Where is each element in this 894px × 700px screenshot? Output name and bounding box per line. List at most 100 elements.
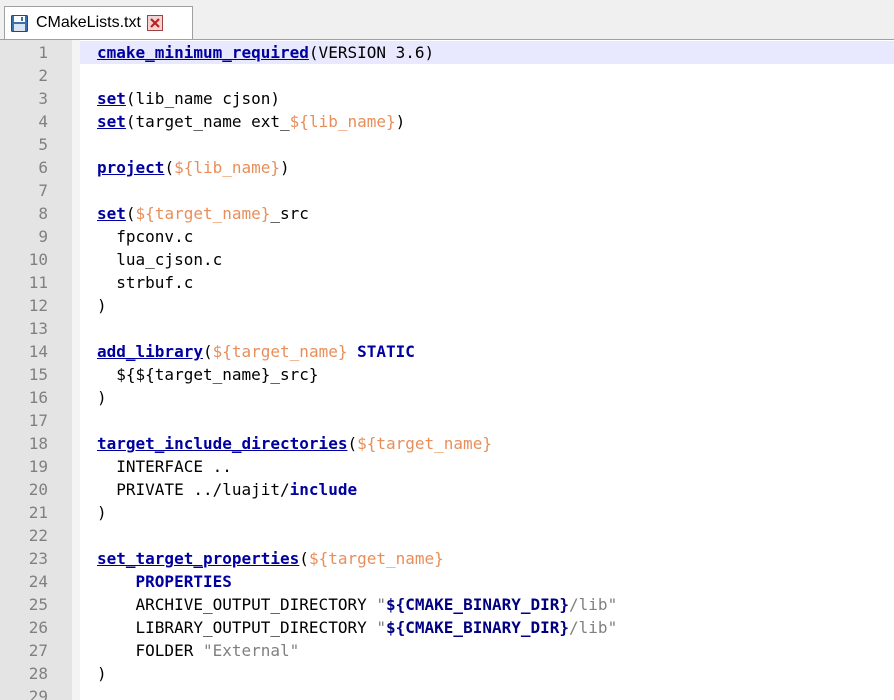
code-line[interactable]: 17 xyxy=(0,409,894,432)
code-line-area[interactable] xyxy=(80,133,894,156)
code-line-area[interactable]: FOLDER "External" xyxy=(80,639,894,662)
code-line-area[interactable] xyxy=(80,179,894,202)
line-number: 17 xyxy=(28,411,48,430)
code-text: ) xyxy=(97,501,107,524)
code-token: fpconv.c xyxy=(97,227,194,246)
code-line[interactable]: 11 strbuf.c xyxy=(0,271,894,294)
code-line-area[interactable]: set(lib_name cjson) xyxy=(80,87,894,110)
code-line-area[interactable]: ARCHIVE_OUTPUT_DIRECTORY "${CMAKE_BINARY… xyxy=(80,593,894,616)
code-line-area[interactable]: lua_cjson.c xyxy=(80,248,894,271)
code-text: fpconv.c xyxy=(97,225,193,248)
code-line[interactable]: 18 target_include_directories(${target_na… xyxy=(0,432,894,455)
line-number: 14 xyxy=(28,342,48,361)
code-text: set(target_name ext_${lib_name}) xyxy=(97,110,405,133)
code-line-area[interactable]: cmake_minimum_required(VERSION 3.6) xyxy=(80,41,894,64)
code-line[interactable]: 23 set_target_properties(${target_name} xyxy=(0,547,894,570)
code-line-area[interactable] xyxy=(80,64,894,87)
code-line-area[interactable]: PRIVATE ../luajit/include xyxy=(80,478,894,501)
code-line-area[interactable]: PROPERTIES xyxy=(80,570,894,593)
code-line[interactable]: 10 lua_cjson.c xyxy=(0,248,894,271)
code-token: include xyxy=(289,480,358,499)
code-token: ${target_name} xyxy=(308,549,444,568)
code-line[interactable]: 25 ARCHIVE_OUTPUT_DIRECTORY "${CMAKE_BIN… xyxy=(0,593,894,616)
code-text: lua_cjson.c xyxy=(97,248,222,271)
code-line-area[interactable]: INTERFACE .. xyxy=(80,455,894,478)
code-token: ${target_name} xyxy=(357,434,492,453)
code-line[interactable]: 27 FOLDER "External" xyxy=(0,639,894,662)
code-token: (target_name ext_ xyxy=(125,112,290,131)
code-token: ) xyxy=(97,296,107,315)
code-token: project xyxy=(97,158,165,177)
code-line[interactable]: 7 xyxy=(0,179,894,202)
close-icon[interactable] xyxy=(146,15,163,31)
line-number: 2 xyxy=(38,66,48,85)
code-line[interactable]: 22 xyxy=(0,524,894,547)
code-line-area[interactable]: strbuf.c xyxy=(80,271,894,294)
code-token: add_library xyxy=(97,342,203,361)
code-line-area[interactable]: ${${target_name}_src} xyxy=(80,363,894,386)
code-line[interactable]: 8 set(${target_name}_src xyxy=(0,202,894,225)
code-line[interactable]: 4 set(target_name ext_${lib_name}) xyxy=(0,110,894,133)
code-line[interactable]: 21) xyxy=(0,501,894,524)
code-line-area[interactable]: set(target_name ext_${lib_name}) xyxy=(80,110,894,133)
code-line[interactable]: 2 xyxy=(0,64,894,87)
code-line[interactable]: 14 add_library(${target_name} STATIC xyxy=(0,340,894,363)
code-line[interactable]: 19 INTERFACE .. xyxy=(0,455,894,478)
code-line-area[interactable]: ) xyxy=(80,294,894,317)
code-token: set xyxy=(97,89,126,108)
code-token: ( xyxy=(299,549,309,568)
code-line[interactable]: 5 xyxy=(0,133,894,156)
code-text: set_target_properties(${target_name} xyxy=(97,547,444,570)
code-line-area[interactable]: add_library(${target_name} STATIC xyxy=(80,340,894,363)
code-line-area[interactable]: target_include_directories(${target_name… xyxy=(80,432,894,455)
code-token: "External" xyxy=(202,641,300,660)
code-line[interactable]: 24 PROPERTIES xyxy=(0,570,894,593)
code-line[interactable]: 12) xyxy=(0,294,894,317)
code-token: ) xyxy=(97,664,107,683)
line-number: 21 xyxy=(28,503,48,522)
code-line-area[interactable]: LIBRARY_OUTPUT_DIRECTORY "${CMAKE_BINARY… xyxy=(80,616,894,639)
code-text: strbuf.c xyxy=(97,271,193,294)
code-line-area[interactable] xyxy=(80,409,894,432)
code-line-area[interactable]: set_target_properties(${target_name} xyxy=(80,547,894,570)
tab-cmakelists[interactable]: CMakeLists.txt xyxy=(4,6,193,39)
code-text: LIBRARY_OUTPUT_DIRECTORY "${CMAKE_BINARY… xyxy=(97,616,618,639)
line-number: 11 xyxy=(28,273,48,292)
code-text: ) xyxy=(97,294,107,317)
code-editor[interactable]: 1 cmake_minimum_required(VERSION 3.6) 2 3 se… xyxy=(0,39,894,700)
code-token: /lib" xyxy=(569,595,618,614)
code-line[interactable]: 29 xyxy=(0,685,894,700)
code-line-area[interactable]: ) xyxy=(80,662,894,685)
line-number: 19 xyxy=(28,457,48,476)
code-text: target_include_directories(${target_name… xyxy=(97,432,492,455)
code-token: PRIVATE ../luajit/ xyxy=(97,480,290,499)
code-text: cmake_minimum_required(VERSION 3.6) xyxy=(97,41,434,64)
code-line-area[interactable]: fpconv.c xyxy=(80,225,894,248)
code-token: set xyxy=(97,204,126,223)
code-line-area[interactable] xyxy=(80,685,894,700)
tab-label: CMakeLists.txt xyxy=(36,14,141,31)
code-text: set(${target_name}_src xyxy=(97,202,309,225)
code-line[interactable]: 9 fpconv.c xyxy=(0,225,894,248)
code-line[interactable]: 15 ${${target_name}_src} xyxy=(0,363,894,386)
code-line[interactable]: 6 project(${lib_name}) xyxy=(0,156,894,179)
code-line[interactable]: 3 set(lib_name cjson) xyxy=(0,87,894,110)
code-line[interactable]: 26 LIBRARY_OUTPUT_DIRECTORY "${CMAKE_BIN… xyxy=(0,616,894,639)
code-line-area[interactable]: ) xyxy=(80,501,894,524)
code-token: ( xyxy=(202,342,213,361)
code-line-area[interactable] xyxy=(80,524,894,547)
code-token: ) xyxy=(97,388,107,407)
code-line-area[interactable]: ) xyxy=(80,386,894,409)
code-line-area[interactable] xyxy=(80,317,894,340)
code-line[interactable]: 1 cmake_minimum_required(VERSION 3.6) xyxy=(0,41,894,64)
code-line[interactable]: 28) xyxy=(0,662,894,685)
code-line[interactable]: 13 xyxy=(0,317,894,340)
line-number: 24 xyxy=(28,572,48,591)
code-line[interactable]: 16) xyxy=(0,386,894,409)
code-line[interactable]: 20 PRIVATE ../luajit/include xyxy=(0,478,894,501)
code-line-area[interactable]: set(${target_name}_src xyxy=(80,202,894,225)
code-token: STATIC xyxy=(357,342,415,361)
code-line-area[interactable]: project(${lib_name}) xyxy=(80,156,894,179)
